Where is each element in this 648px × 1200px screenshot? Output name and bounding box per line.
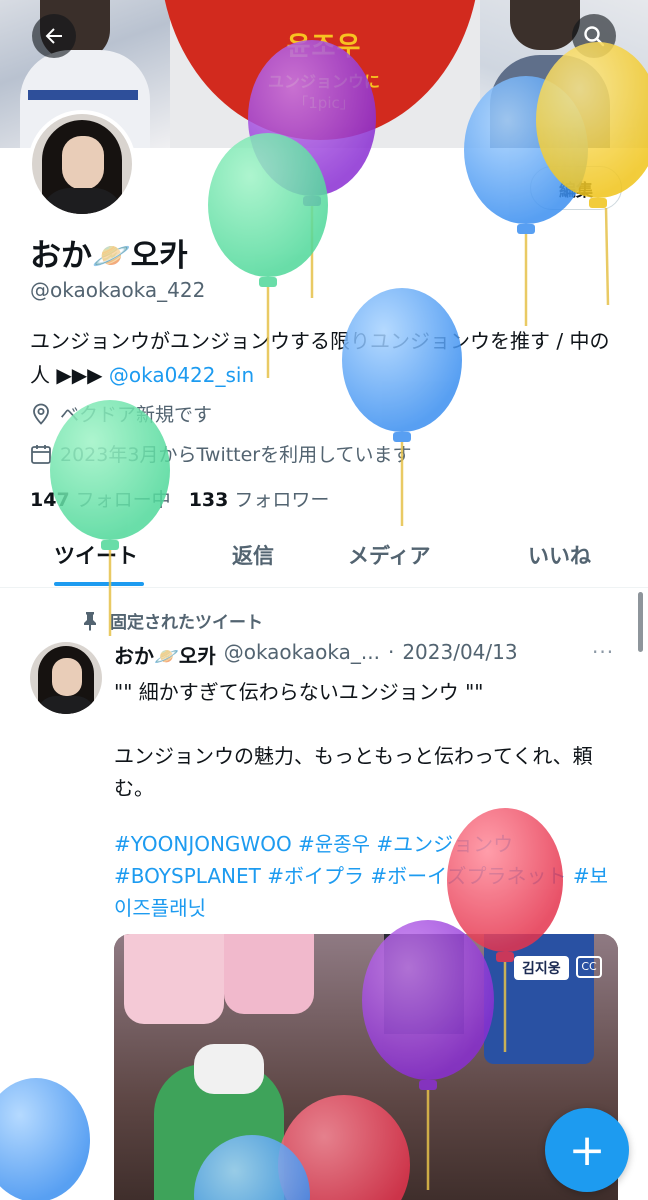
edit-profile-button[interactable]: 編集 (530, 166, 622, 210)
back-button[interactable] (32, 14, 76, 58)
tweet-separator: · (387, 640, 395, 664)
banner-subtitle: ユンジョンウに (267, 72, 380, 91)
following-count: 147 (30, 489, 70, 511)
scrollbar[interactable] (638, 592, 643, 652)
active-tab-indicator (54, 582, 144, 586)
followers-count: 133 (188, 489, 229, 511)
tab-media[interactable]: メディア (348, 540, 431, 570)
banner-title: 윤조우 (286, 32, 362, 62)
following-label: フォロー中 (75, 489, 171, 511)
joined-text: 2023年3月からTwitterを利用しています (60, 444, 412, 466)
tab-replies[interactable]: 返信 (232, 540, 274, 570)
balloon-blue-bottom-left (0, 1078, 90, 1200)
media-name-tag: 김지웅 (514, 956, 569, 980)
tweet-date[interactable]: 2023/04/13 (402, 640, 517, 669)
tweet-author-handle[interactable]: @okaokaoka_... (224, 640, 380, 669)
following-link[interactable]: 147 フォロー中 (30, 485, 171, 512)
calendar-icon (30, 443, 52, 465)
search-button[interactable] (572, 14, 616, 58)
bio-link[interactable]: @oka0422_sin (109, 363, 254, 387)
tab-likes[interactable]: いいね (528, 540, 591, 570)
pinned-label: 固定されたツイート (110, 613, 263, 633)
followers-label: フォロワー (234, 489, 330, 511)
location-row: ベクドア新規です (30, 400, 212, 427)
display-name: おか🪐오카 (30, 238, 188, 274)
balloon-green-left (50, 400, 170, 636)
search-icon (584, 26, 605, 47)
location-text: ベクドア新規です (60, 404, 213, 426)
more-options-icon[interactable]: ··· (592, 640, 614, 664)
tab-tweets[interactable]: ツイート (54, 540, 138, 570)
arrow-left-icon (45, 28, 62, 44)
follow-stats: 147 フォロー中 133 フォロワー (30, 485, 329, 512)
profile-tabs: ツイート 返信 メディア いいね (0, 526, 648, 588)
profile-bio: ユンジョンウがユンジョンウする限りユンジョンウを推す / 中の人 ▶▶▶ @ok… (30, 324, 620, 392)
tweet-author-name[interactable]: おか🪐오카 (114, 640, 216, 669)
compose-tweet-button[interactable]: + (545, 1108, 629, 1192)
joined-row: 2023年3月からTwitterを利用しています (30, 440, 412, 467)
followers-link[interactable]: 133 フォロワー (189, 485, 330, 512)
location-pin-icon (30, 403, 52, 425)
username: @okaokaoka_422 (30, 278, 206, 302)
banner-subtitle-2: 「1pic」 (293, 94, 355, 112)
pin-icon (84, 611, 96, 631)
tweet-text: "" 細かすぎて伝わらないユンジョンウ "" ユンジョンウの魅力、もっともっと伝… (114, 680, 593, 800)
captions-icon[interactable]: CC (576, 956, 602, 978)
tweet-avatar[interactable] (30, 642, 102, 714)
profile-avatar[interactable] (28, 110, 136, 218)
tweet-header: おか🪐오카 @okaokaoka_... · 2023/04/13 (114, 640, 518, 669)
tweet-hashtags[interactable]: #YOONJONGWOO #윤종우 #ユンジョンウ #BOYSPLANET #ボ… (114, 828, 614, 924)
tweet-media-video[interactable]: 김지웅 CC (114, 934, 618, 1200)
pinned-label-row: 固定されたツイート (82, 608, 263, 633)
